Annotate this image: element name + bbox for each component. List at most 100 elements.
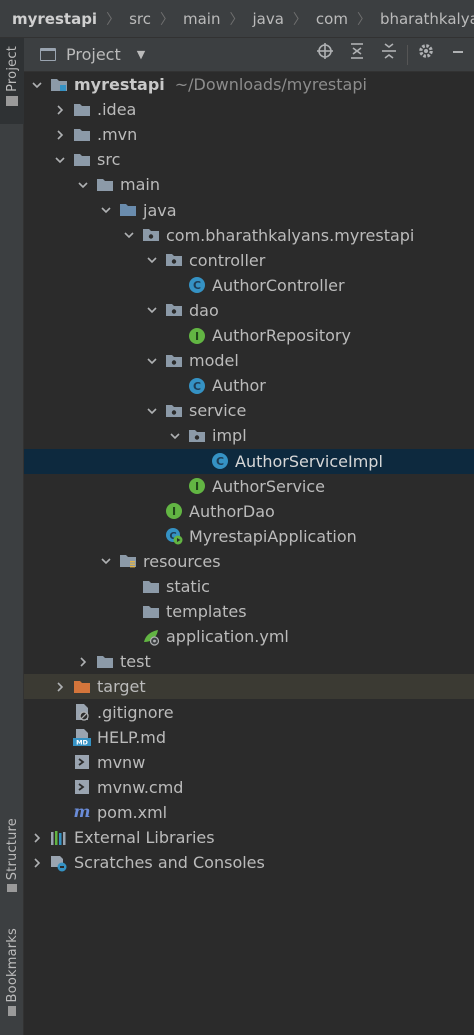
chevron-right-icon: 〉 [229,11,244,28]
chevron-down-icon[interactable] [145,303,159,317]
window-icon [40,48,56,61]
tree-node-label: templates [166,602,247,622]
tree-node-label: mvnw.cmd [97,777,184,797]
breadcrumb-item-main[interactable]: main [183,10,220,28]
chevron-right-icon: 〉 [292,11,307,28]
svg-text:I: I [172,505,176,518]
chevron-placeholder [122,605,136,619]
tree-node-myrestapi-application[interactable]: C MyrestapiApplication [24,524,474,549]
chevron-right-icon[interactable] [76,655,90,669]
tree-node-gitignore[interactable]: .gitignore [24,700,474,725]
tree-node-author-service-impl[interactable]: C AuthorServiceImpl [24,448,474,474]
package-icon [165,251,183,269]
folder-icon [6,95,18,106]
tree-node-mvn[interactable]: .mvn [24,122,474,147]
chevron-down-icon[interactable] [30,78,44,92]
tree-node-model[interactable]: model [24,348,474,373]
tree-node-controller[interactable]: controller [24,248,474,273]
tree-node-service[interactable]: service [24,398,474,423]
locate-icon[interactable] [309,38,341,72]
folder-icon [73,151,91,169]
breadcrumb-item-com[interactable]: com [316,10,348,28]
tree-node-label: com.bharathkalyans.myrestapi [166,225,415,245]
chevron-right-icon[interactable] [53,128,67,142]
resources-folder-icon [119,552,137,570]
tree-node-label: target [97,677,146,697]
tree-node-target[interactable]: target [24,674,474,700]
tree-node-label: controller [189,250,266,270]
chevron-down-icon[interactable] [168,429,182,443]
tree-node-dao[interactable]: dao [24,298,474,323]
chevron-right-icon[interactable] [30,831,44,845]
tree-node-label: resources [143,551,221,571]
breadcrumb-item-src[interactable]: src [129,10,151,28]
tree-node-test[interactable]: test [24,649,474,674]
panel-title[interactable]: Project [66,45,121,64]
structure-tool-button[interactable]: Structure [0,818,24,908]
breadcrumb-item-java[interactable]: java [252,10,283,28]
tree-node-java[interactable]: java [24,198,474,223]
chevron-down-icon[interactable] [76,178,90,192]
tree-node-impl[interactable]: impl [24,423,474,448]
svg-text:C: C [193,279,201,292]
folder-icon [73,126,91,144]
tree-node-label: application.yml [166,627,289,647]
tree-node-idea[interactable]: .idea [24,97,474,122]
tree-node-resources[interactable]: resources [24,549,474,574]
tree-node-templates[interactable]: templates [24,599,474,624]
breadcrumb-item-project[interactable]: myrestapi [12,10,97,28]
bookmarks-tool-button[interactable]: Bookmarks [0,928,24,1028]
tree-node-package[interactable]: com.bharathkalyans.myrestapi [24,223,474,248]
hide-icon[interactable] [442,38,474,72]
structure-tool-label: Structure [4,818,20,881]
tree-node-mvnw[interactable]: mvnw [24,750,474,775]
chevron-right-icon[interactable] [53,680,67,694]
chevron-down-icon[interactable] [99,203,113,217]
tree-node-static[interactable]: static [24,574,474,599]
chevron-down-icon[interactable] [53,153,67,167]
chevron-placeholder [122,580,136,594]
class-icon: C [211,452,229,470]
chevron-down-icon[interactable] [99,554,113,568]
tree-node-main[interactable]: main [24,172,474,197]
tree-node-author-repository[interactable]: I AuthorRepository [24,323,474,348]
chevron-right-icon: 〉 [159,11,174,28]
bookmarks-tool-label: Bookmarks [4,928,20,1003]
tree-node-label: AuthorService [212,476,325,496]
tree-node-author-controller[interactable]: C AuthorController [24,273,474,298]
gear-icon[interactable] [410,38,442,72]
chevron-down-icon[interactable] [122,228,136,242]
chevron-right-icon: 〉 [356,11,371,28]
chevron-placeholder [122,630,136,644]
breadcrumb-item-bharathkalyans[interactable]: bharathkalyans [380,10,474,28]
tree-node-src[interactable]: src [24,147,474,172]
tree-node-author-service[interactable]: I AuthorService [24,474,474,499]
chevron-right-icon[interactable] [53,103,67,117]
tree-node-help-md[interactable]: MD HELP.md [24,725,474,750]
tree-node-author[interactable]: C Author [24,373,474,398]
tree-node-author-dao[interactable]: I AuthorDao [24,499,474,524]
expand-all-icon[interactable] [341,38,373,72]
folder-icon [96,176,114,194]
chevron-down-icon[interactable] [145,253,159,267]
tree-node-external-libraries[interactable]: External Libraries [24,825,474,850]
tree-node-mvnw-cmd[interactable]: mvnw.cmd [24,775,474,800]
class-icon: C [188,377,206,395]
chevron-down-icon[interactable] [145,404,159,418]
tool-window-strip: Project Structure Bookmarks [0,38,24,1035]
tree-node-application-yml[interactable]: application.yml [24,624,474,649]
chevron-placeholder [53,805,67,819]
tree-node-label: pom.xml [97,802,168,822]
project-tool-button[interactable]: Project [0,38,24,124]
project-tree: myrestapi ~/Downloads/myrestapi .idea .mvn s… [24,72,474,1035]
tree-node-myrestapi[interactable]: myrestapi ~/Downloads/myrestapi [24,72,474,97]
interface-icon: I [165,502,183,520]
chevron-down-icon[interactable] [145,354,159,368]
dropdown-caret-icon[interactable]: ▼ [137,48,145,61]
chevron-placeholder [168,329,182,343]
collapse-all-icon[interactable] [373,38,405,72]
tree-node-scratches[interactable]: Scratches and Consoles [24,850,474,875]
tree-node-pom-xml[interactable]: m pom.xml [24,800,474,825]
chevron-right-icon[interactable] [30,856,44,870]
tree-node-label: AuthorDao [189,501,275,521]
